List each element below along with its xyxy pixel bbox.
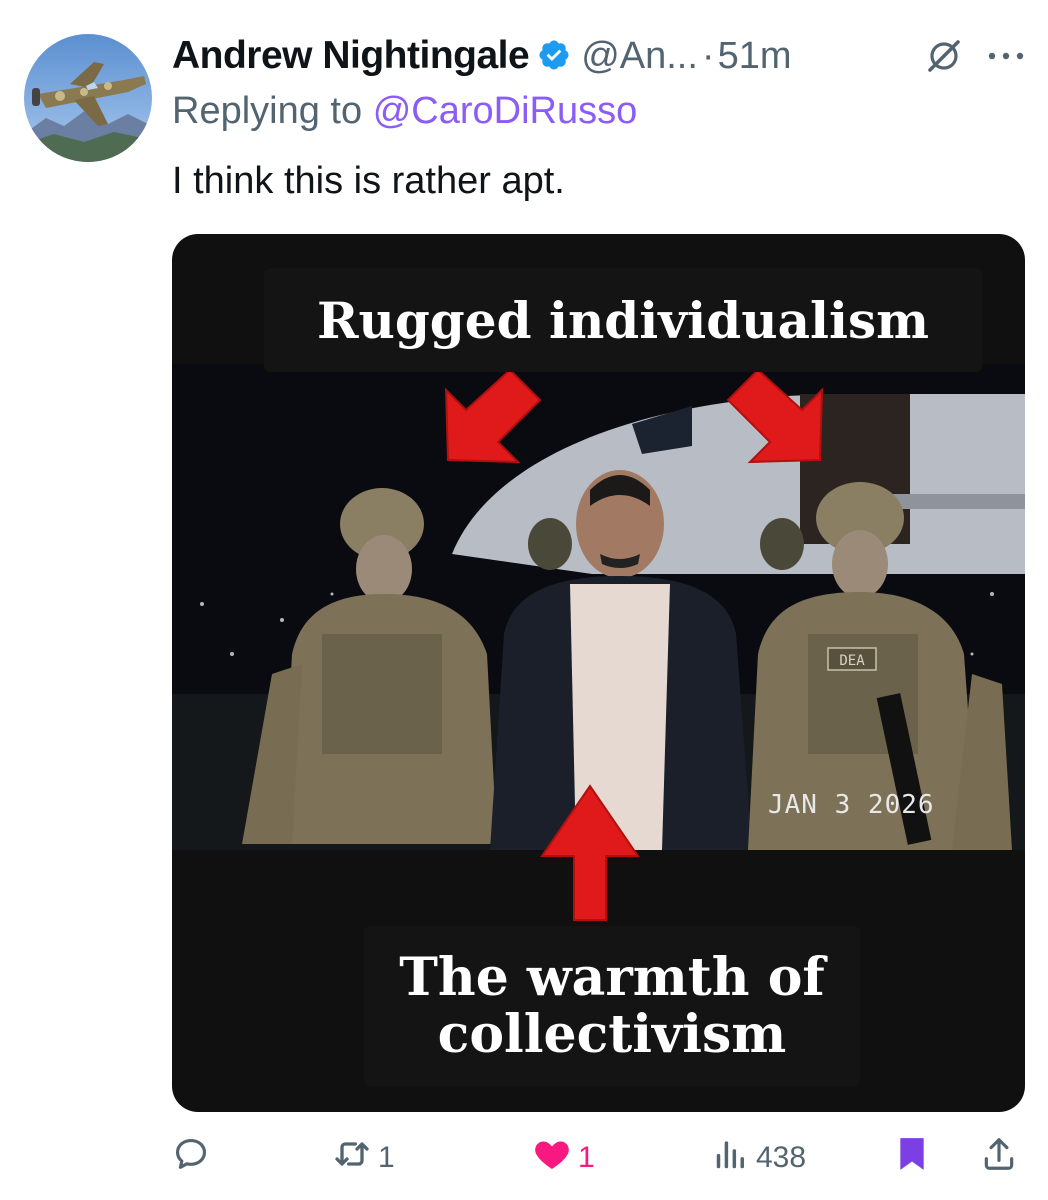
meme-caption-bottom: The warmth of collectivism [364,926,860,1086]
author-name[interactable]: Andrew Nightingale [172,34,530,78]
replying-to-label: Replying to [172,90,363,132]
bookmark-button[interactable] [892,1132,932,1184]
views-count: 438 [756,1141,807,1174]
share-upload-icon [980,1135,1018,1181]
tweet-action-bar: 1 1 438 [172,1132,1032,1188]
retweet-button[interactable]: 1 [332,1132,395,1184]
tweet-text: I think this is rather apt. [172,160,565,202]
share-button[interactable] [980,1132,1018,1184]
like-button[interactable]: 1 [532,1132,595,1184]
replying-to: Replying to @CaroDiRusso [172,90,637,133]
tweet[interactable]: Andrew Nightingale @An... · 51m Replying… [0,0,1048,1200]
grok-icon[interactable] [924,36,964,81]
dea-patch-text: DEA [839,653,865,669]
heart-filled-icon [532,1134,572,1182]
author-handle[interactable]: @An... [581,35,698,78]
like-count: 1 [578,1141,595,1174]
bar-chart-icon [712,1135,750,1181]
meme-caption-top: Rugged individualism [264,268,982,372]
meme-caption-bottom-line1: The warmth of [399,946,825,1008]
more-options-icon[interactable] [984,38,1028,79]
tweet-media-image[interactable]: DEA Rugged individualism The warmth of c… [172,234,1025,1112]
separator: · [701,34,715,77]
reply-mention-link[interactable]: @CaroDiRusso [373,90,638,132]
tweet-header: Andrew Nightingale @An... · 51m [172,28,1032,84]
photo-date-stamp: JAN 3 2026 [768,790,935,820]
bookmark-filled-icon [892,1134,932,1182]
views-button[interactable]: 438 [712,1132,806,1184]
retweet-icon [332,1134,372,1182]
reply-button[interactable] [172,1132,210,1184]
avatar[interactable] [24,34,152,162]
verified-badge-icon [537,38,571,77]
timestamp[interactable]: 51m [718,35,792,78]
meme-caption-bottom-line2: collectivism [437,1004,787,1065]
retweet-count: 1 [378,1141,395,1174]
comment-bubble-icon [172,1135,210,1181]
